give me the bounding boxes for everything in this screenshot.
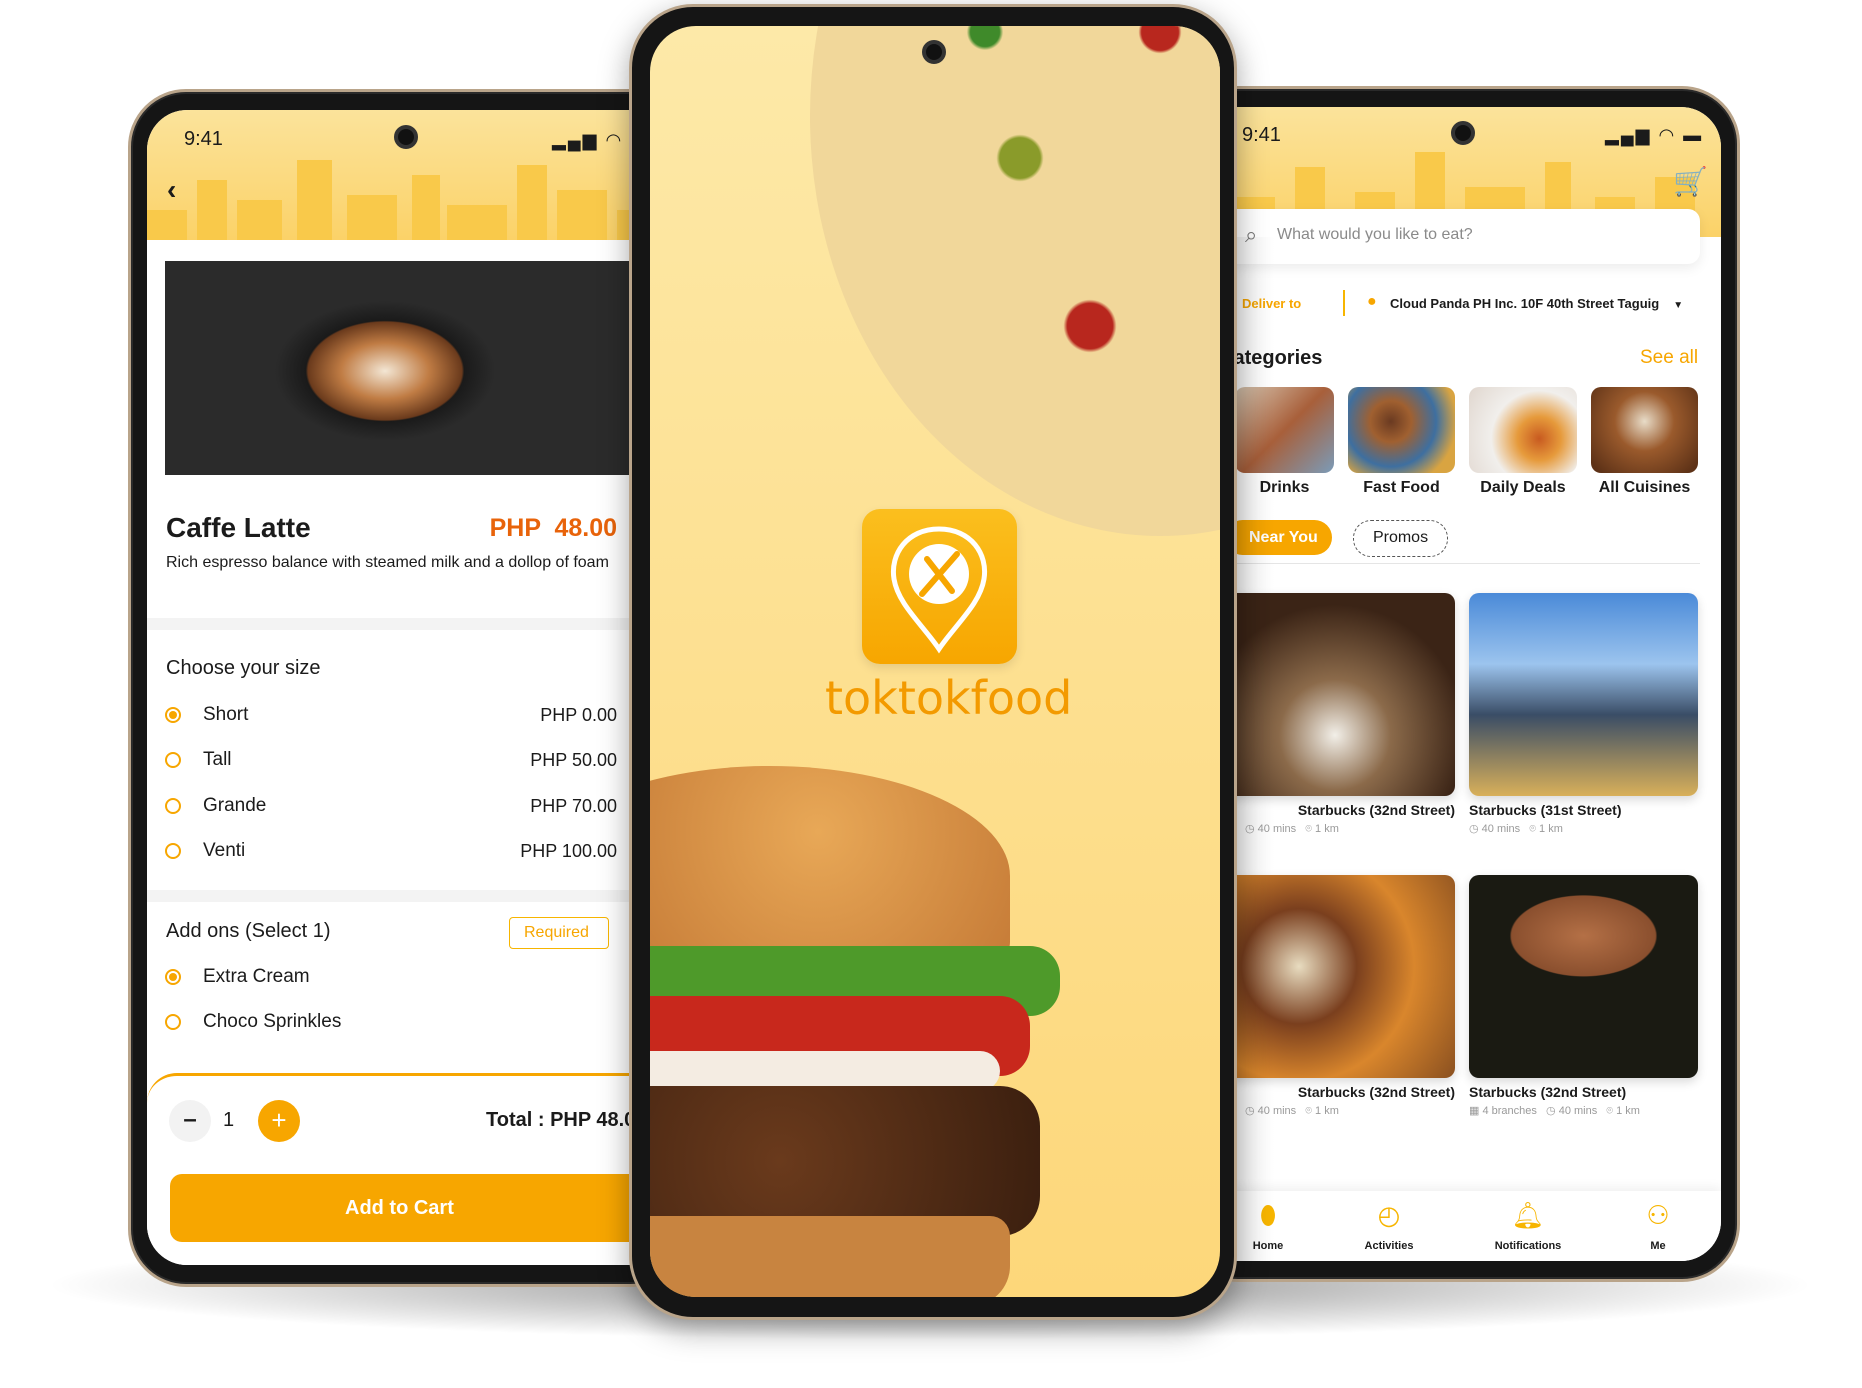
address-text: Cloud Panda PH Inc. 10F 40th Street Tagu… [1390,296,1660,311]
addons-section-title: Add ons (Select 1) [166,920,331,942]
category-label: Fast Food [1363,479,1440,496]
quantity-value: 1 [223,1109,235,1131]
burger-onion [650,1051,1000,1091]
burger-bun-bottom [650,1216,1010,1297]
signal-wifi-battery-icon: ▂▄▆ ◠ ▬ [1605,125,1704,145]
store-name: Starbucks (32nd Street) [1469,1084,1627,1100]
radio-button[interactable] [165,969,181,985]
store-branches: 4 branches [1482,1105,1537,1117]
addon-label: Extra Cream [203,966,310,987]
size-label: Venti [203,840,246,861]
store-time: 40 mins [1558,1105,1598,1117]
camera-icon [1451,121,1475,145]
size-section-title: Choose your size [166,657,321,679]
pizza-image [810,26,1220,536]
burger-patty [650,1086,1040,1236]
category-all-cuisines[interactable] [1591,387,1698,473]
product-image [165,261,665,475]
app-logo [862,509,1017,664]
status-time: 9:41 [1242,124,1281,146]
back-button[interactable]: ‹ [167,174,176,206]
map-pin-fork-knife-icon [890,526,988,654]
increase-quantity-button[interactable]: + [258,1100,300,1142]
camera-icon [922,40,946,64]
decrease-quantity-button[interactable]: – [169,1100,211,1142]
nav-label: Activities [1364,1240,1414,1252]
search-bar[interactable]: ⌕ What would you like to eat? [1225,209,1700,264]
filter-promos[interactable]: Promos [1353,520,1448,557]
size-price: PHP 70.00 [530,796,617,816]
store-distance: 1 km [1315,823,1339,835]
radio-button[interactable] [165,798,181,814]
store-meta: ◷ 40 mins ⌾ 1 km [1469,823,1563,835]
see-all-link[interactable]: See all [1640,347,1698,369]
history-icon: ◴ [1377,1200,1401,1230]
product-name: Caffe Latte [166,512,311,543]
nav-label: Me [1650,1240,1666,1252]
brand-name: toktokfood [825,671,1073,725]
size-label: Tall [203,749,232,770]
radio-button[interactable] [165,843,181,859]
size-label: Grande [203,795,267,816]
store-image[interactable] [1469,593,1698,796]
right-phone-screen: 9:41 ▂▄▆ ◠ ▬ 🛒 ⌕ What would you like to … [1195,107,1721,1261]
radio-button[interactable] [165,1014,181,1030]
size-price: PHP 50.00 [530,750,617,770]
camera-icon [394,125,418,149]
nav-label: Notifications [1494,1240,1562,1252]
section-divider [147,890,667,902]
store-image[interactable] [1469,875,1698,1078]
splash-screen: toktokfood [650,26,1220,1297]
location-pin-icon: ● [1367,293,1377,310]
size-price: PHP 100.00 [520,841,617,861]
signal-wifi-icon: ▂▄▆ ◠ [552,130,624,150]
size-price: PHP 0.00 [540,705,617,725]
add-to-cart-button[interactable]: Add to Cart [170,1174,667,1242]
address-selector[interactable]: Cloud Panda PH Inc. 10F 40th Street Tagu… [1390,296,1683,311]
radio-button[interactable] [165,707,181,723]
category-fast-food[interactable] [1348,387,1455,473]
vertical-divider [1343,290,1345,316]
store-meta: ▦ 4 branches ◷ 40 mins ⌾ 1 km [1469,1105,1640,1117]
product-description: Rich espresso balance with steamed milk … [166,554,609,571]
category-label: All Cuisines [1598,479,1691,496]
divider [1225,563,1700,564]
store-time: 40 mins [1481,823,1521,835]
search-input[interactable]: What would you like to eat? [1277,226,1473,244]
required-badge: Required [509,917,609,949]
store-distance: 1 km [1315,1105,1339,1117]
product-price: PHP 48.00 [489,514,617,542]
store-distance: 1 km [1616,1105,1640,1117]
status-time: 9:41 [184,128,223,150]
user-icon: ⚇ [1646,1200,1670,1230]
burger-image [650,766,1090,1297]
bell-icon: 🔔︎ [1511,1200,1545,1230]
store-distance: 1 km [1539,823,1563,835]
category-label: Daily Deals [1480,479,1566,496]
total-price: Total : PHP 48.00 [486,1109,647,1131]
store-name: Starbucks (31st Street) [1469,802,1622,818]
left-phone-screen: 9:41 ▂▄▆ ◠ ‹ Caffe Latte PHP 48.00 Rich … [147,110,667,1265]
dropdown-caret-icon: ▼ [1673,300,1684,311]
category-daily-deals[interactable] [1469,387,1577,473]
cart-button[interactable]: 🛒 [1673,165,1708,198]
size-label: Short [203,704,249,725]
addon-label: Choco Sprinkles [203,1011,342,1032]
section-divider [147,618,667,630]
radio-button[interactable] [165,752,181,768]
